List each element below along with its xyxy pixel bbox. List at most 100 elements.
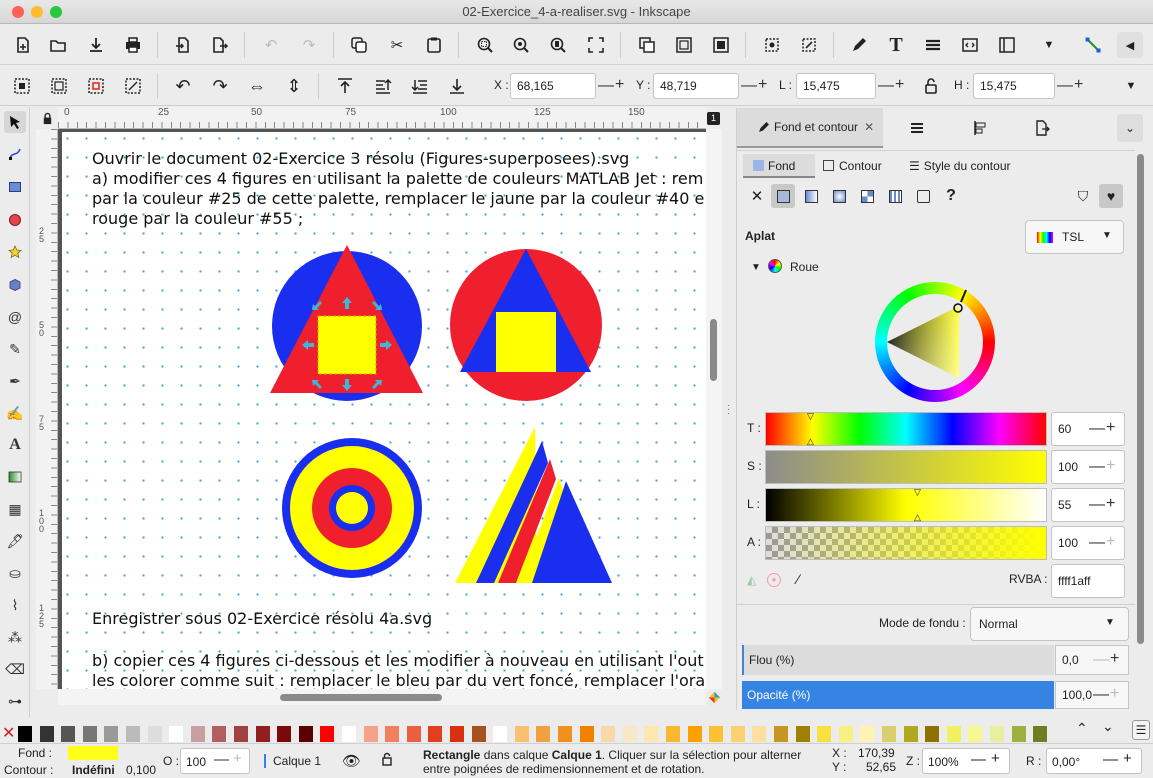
opacity-status-decrement[interactable]: —: [214, 751, 229, 768]
no-paint-icon[interactable]: ✕: [745, 184, 769, 208]
tweak-tool-icon[interactable]: ⌇: [4, 594, 26, 616]
saturation-increment-button[interactable]: +: [1106, 453, 1115, 479]
export-icon[interactable]: [207, 32, 233, 58]
palette-swatch[interactable]: [752, 726, 767, 742]
eraser-tool-icon[interactable]: ⌫: [4, 658, 26, 680]
calligraphy-tool-icon[interactable]: ✍: [4, 402, 26, 424]
palette-menu-icon[interactable]: ☰: [1132, 720, 1150, 740]
document-properties-icon[interactable]: [994, 32, 1020, 58]
lock-guides-icon[interactable]: [36, 107, 58, 129]
panel-scrollbar[interactable]: [1135, 150, 1147, 710]
subtab-stroke-style[interactable]: ☰ Style du contour: [909, 154, 1010, 178]
palette-swatch[interactable]: [687, 726, 702, 742]
pencil-tool-icon[interactable]: ✎: [4, 338, 26, 360]
group-icon[interactable]: [634, 32, 660, 58]
palette-swatch[interactable]: [277, 726, 292, 742]
palette-swatch[interactable]: [363, 726, 378, 742]
flip-horizontal-icon[interactable]: ⇔: [244, 73, 270, 99]
width-decrement-button[interactable]: —: [878, 73, 894, 99]
rotation-increment[interactable]: +: [1123, 750, 1132, 767]
deselect-icon[interactable]: [83, 73, 109, 99]
current-layer-label[interactable]: Calque 1: [273, 754, 321, 768]
palette-swatch[interactable]: [342, 726, 356, 742]
more-commands-chevron-icon[interactable]: ▼: [1036, 32, 1062, 58]
palette-swatch[interactable]: [450, 726, 464, 742]
palette-swatch[interactable]: [493, 726, 508, 742]
x-decrement-button[interactable]: —: [598, 73, 614, 99]
hue-slider[interactable]: ▽ △: [765, 411, 1047, 446]
zoom-selection-icon[interactable]: [472, 32, 498, 58]
pen-tool-icon[interactable]: ✒: [4, 370, 26, 392]
toggle-snap-bar-icon[interactable]: ◀: [1117, 32, 1143, 58]
close-window-button[interactable]: [12, 6, 24, 18]
opacity-increment-button[interactable]: +: [1110, 681, 1119, 707]
palette-swatch[interactable]: [298, 726, 313, 742]
palette-swatch[interactable]: [990, 726, 1004, 742]
vertical-scrollbar[interactable]: [706, 129, 722, 689]
palette-swatch[interactable]: [946, 726, 961, 742]
layer-lock-icon[interactable]: [380, 752, 394, 769]
fill-color-swatch[interactable]: [68, 746, 118, 760]
zoom-input[interactable]: 100% — +: [922, 748, 1010, 774]
layer-visibility-eye-icon[interactable]: 👁: [342, 752, 361, 770]
unset-paint-icon[interactable]: ?: [939, 184, 963, 208]
palette-swatch[interactable]: [320, 726, 335, 742]
palette-swatch[interactable]: [709, 726, 724, 742]
palette-swatch[interactable]: [82, 726, 97, 742]
color-wheel[interactable]: [875, 282, 995, 402]
raise-icon-2[interactable]: [370, 73, 396, 99]
palette-swatch[interactable]: [1033, 726, 1048, 742]
palette-swatch[interactable]: [903, 726, 918, 742]
opacity-status-input[interactable]: 100 — +: [180, 748, 250, 774]
no-color-swatch-icon[interactable]: ✕: [2, 725, 15, 743]
palette-swatch[interactable]: [406, 726, 421, 742]
panel-scroll-thumb[interactable]: [1137, 154, 1144, 644]
palette-scroll-down-icon[interactable]: ⌄: [1102, 718, 1114, 735]
dropper-tool-icon[interactable]: 🖋: [4, 530, 26, 552]
palette-swatch[interactable]: [212, 726, 227, 742]
connector-tool-icon[interactable]: ⊶: [4, 690, 26, 712]
mesh-gradient-icon[interactable]: [855, 184, 879, 208]
mesh-tool-icon[interactable]: ▦: [4, 498, 26, 520]
redo-icon[interactable]: ↷: [296, 32, 322, 58]
blur-slider[interactable]: Flou (%): [742, 645, 1054, 675]
rotate-ccw-icon[interactable]: ↶: [170, 73, 196, 99]
rectangle-tool-icon[interactable]: [4, 176, 26, 198]
palette-swatch[interactable]: [882, 726, 896, 742]
radial-gradient-icon[interactable]: [827, 184, 851, 208]
zoom-increment[interactable]: +: [991, 750, 1000, 767]
vertical-scroll-thumb[interactable]: [710, 319, 717, 381]
text-tool-icon[interactable]: A: [4, 434, 26, 456]
alpha-slider[interactable]: [765, 526, 1047, 560]
lower-icon[interactable]: [407, 73, 433, 99]
3d-box-tool-icon[interactable]: [4, 274, 26, 296]
canvas-text-line[interactable]: les colorer comme suit : remplacer le bl…: [92, 671, 705, 689]
opacity-status-increment[interactable]: +: [233, 750, 242, 767]
rotation-decrement[interactable]: —: [1103, 751, 1118, 768]
subtab-stroke[interactable]: Contour: [823, 154, 882, 178]
more-controls-chevron-icon[interactable]: ▼: [1118, 73, 1144, 99]
y-increment-button[interactable]: +: [758, 72, 767, 98]
blend-mode-select[interactable]: Normal ▼: [970, 607, 1129, 641]
fill-stroke-icon[interactable]: [846, 32, 872, 58]
swatch-icon[interactable]: [911, 184, 935, 208]
cut-icon[interactable]: ✂: [384, 32, 410, 58]
saturation-slider[interactable]: [765, 450, 1047, 484]
ellipse-tool-icon[interactable]: [4, 209, 26, 231]
saturation-decrement-button[interactable]: —: [1089, 454, 1105, 480]
horizontal-scroll-thumb[interactable]: [280, 694, 442, 701]
star-tool-icon[interactable]: [4, 241, 26, 263]
stroke-value[interactable]: Indéfini: [72, 763, 115, 777]
rgba-input[interactable]: ffff1aff: [1051, 564, 1125, 598]
palette-swatch[interactable]: [730, 726, 745, 742]
tab-align-icon[interactable]: [972, 108, 988, 148]
palette-swatch[interactable]: [579, 726, 594, 742]
drawing-canvas[interactable]: Ouvrir le document 02-Exercice 3 résolu …: [58, 129, 706, 689]
rotation-input[interactable]: 0,00° — +: [1046, 748, 1142, 774]
palette-swatch[interactable]: [18, 726, 32, 742]
tab-layers-icon[interactable]: [909, 108, 925, 148]
figure-circle-triangle-square[interactable]: [270, 245, 423, 401]
gradient-tool-icon[interactable]: [4, 466, 26, 488]
text-font-icon[interactable]: T: [883, 32, 909, 58]
panel-menu-chevron-icon[interactable]: ⌄: [1117, 114, 1143, 142]
